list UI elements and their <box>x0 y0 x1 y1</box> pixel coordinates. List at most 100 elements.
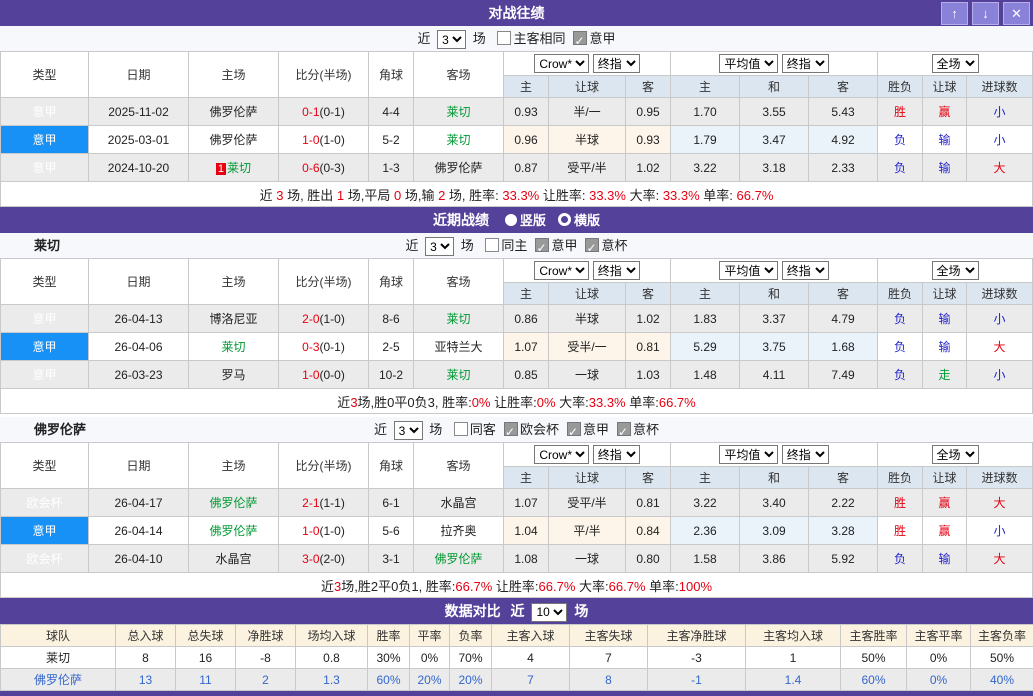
date-cell: 26-04-10 <box>89 545 189 573</box>
away-team: 莱切 <box>446 105 470 119</box>
odds-away-cell: 0.93 <box>626 126 671 154</box>
checkbox-box[interactable] <box>497 31 511 45</box>
handicap-result-cell: 输 <box>923 126 967 154</box>
odds-company-select[interactable]: Crow* <box>534 261 589 280</box>
fulltime-select[interactable]: 全场 <box>932 445 979 464</box>
compare-table: 球队总入球总失球净胜球场均入球胜率平率负率主客入球主客失球主客净胜球主客均入球主… <box>0 624 1033 691</box>
filter-near-label: 近 <box>406 238 419 253</box>
filter-checkbox[interactable]: 意杯 <box>617 422 659 437</box>
rounds-select[interactable]: 3 <box>437 30 466 49</box>
home-team-cell: 佛罗伦萨 <box>189 126 279 154</box>
avg-stage-select[interactable]: 终指 <box>782 445 829 464</box>
avg-draw-cell: 3.09 <box>740 517 809 545</box>
filter-checkbox[interactable]: 同客 <box>454 422 496 437</box>
col-corners: 角球 <box>369 443 414 489</box>
scroll-down-button[interactable]: ↓ <box>972 2 999 25</box>
avg-select[interactable]: 平均值 <box>719 54 778 73</box>
h2h-table: 类型 日期 主场 比分(半场) 角球 客场 Crow* 终指 平均值 终指 全场… <box>0 51 1033 207</box>
filter-checkbox[interactable]: 意杯 <box>585 238 627 253</box>
checkbox-box[interactable] <box>585 238 599 252</box>
recent-title: 近期战绩 <box>433 212 489 228</box>
fulltime-select[interactable]: 全场 <box>932 261 979 280</box>
avg-select[interactable]: 平均值 <box>719 445 778 464</box>
checkbox-box[interactable] <box>573 31 587 45</box>
filter-checkbox[interactable]: 同主 <box>485 238 527 253</box>
layout-radio[interactable]: 横版 <box>546 213 600 228</box>
hva-goals-for-cell: 4 <box>492 647 570 669</box>
home-team: 佛罗伦萨 <box>209 105 257 119</box>
league-cell: 意甲 <box>1 361 89 389</box>
odds-stage-select[interactable]: 终指 <box>593 54 640 73</box>
home-team-cell: 罗马 <box>189 361 279 389</box>
filter-checkbox[interactable]: 主客相同 <box>497 31 565 46</box>
league-cell: 欧会杯 <box>1 545 89 573</box>
odds-company-select[interactable]: Crow* <box>534 54 589 73</box>
fulltime-select[interactable]: 全场 <box>932 54 979 73</box>
home-team-cell: 佛罗伦萨 <box>189 489 279 517</box>
loss-rate-cell: 70% <box>450 647 492 669</box>
win-rate-cell: 30% <box>368 647 410 669</box>
odds-home-cell: 0.86 <box>504 305 549 333</box>
col-away: 客场 <box>414 52 504 98</box>
goals-cell: 小 <box>967 98 1033 126</box>
layout-radios: 竖版横版 <box>493 212 600 228</box>
corners-cell: 10-2 <box>369 361 414 389</box>
filter-checkbox[interactable]: 欧会杯 <box>504 422 559 437</box>
avg-draw-cell: 3.55 <box>740 98 809 126</box>
checkbox-box[interactable] <box>485 238 499 252</box>
checkbox-box[interactable] <box>567 422 581 436</box>
rounds-select[interactable]: 3 <box>425 237 454 256</box>
checkbox-box[interactable] <box>617 422 631 436</box>
checkbox-box[interactable] <box>504 422 518 436</box>
rounds-select[interactable]: 3 <box>394 421 423 440</box>
radio-icon[interactable] <box>558 213 571 226</box>
avg-group: 平均值 终指 <box>671 52 878 76</box>
col-odds-handicap: 让球 <box>549 76 626 98</box>
checkbox-label: 同主 <box>501 238 527 253</box>
col-avg-draw: 和 <box>740 467 809 489</box>
checkbox-label: 意甲 <box>583 422 609 437</box>
odds-stage-select[interactable]: 终指 <box>593 261 640 280</box>
table-row: 意甲 26-04-14 佛罗伦萨 1-0(1-0) 5-6 拉齐奥 1.04 平… <box>1 517 1033 545</box>
summary-segment: 66.7% <box>539 579 576 594</box>
odds-handicap-cell: 半球 <box>549 305 626 333</box>
checkbox-box[interactable] <box>535 238 549 252</box>
score-cell: 1-0(0-0) <box>279 361 369 389</box>
filter-checkbox[interactable]: 意甲 <box>567 422 609 437</box>
compare-title: 数据对比 <box>445 603 501 619</box>
avg-select[interactable]: 平均值 <box>719 261 778 280</box>
odds-handicap-cell: 受平/半 <box>549 154 626 182</box>
avg-stage-select[interactable]: 终指 <box>782 54 829 73</box>
avg-away-cell: 2.22 <box>809 489 878 517</box>
compare-col-header: 主客胜率 <box>841 625 907 647</box>
scroll-up-button[interactable]: ↑ <box>941 2 968 25</box>
goal-diff-cell: 2 <box>236 669 296 691</box>
hva-goals-against-cell: 8 <box>570 669 648 691</box>
avg-stage-select[interactable]: 终指 <box>782 261 829 280</box>
fiorentina-table: 类型 日期 主场 比分(半场) 角球 客场 Crow* 终指 平均值 终指 全场… <box>0 442 1033 598</box>
checkbox-box[interactable] <box>454 422 468 436</box>
hva-goal-diff-cell: -1 <box>648 669 746 691</box>
odds-company-select[interactable]: Crow* <box>534 445 589 464</box>
close-icon[interactable]: ✕ <box>1003 2 1030 25</box>
odds-home-cell: 0.93 <box>504 98 549 126</box>
filter-checkbox[interactable]: 意甲 <box>535 238 577 253</box>
summary-segment: 让胜率: <box>492 579 538 594</box>
layout-radio[interactable]: 竖版 <box>493 213 546 228</box>
goals-cell: 大 <box>967 333 1033 361</box>
avg-goals-cell: 1.3 <box>296 669 368 691</box>
filter-checkbox[interactable]: 意甲 <box>573 31 615 46</box>
avg-home-cell: 2.36 <box>671 517 740 545</box>
odds-stage-select[interactable]: 终指 <box>593 445 640 464</box>
halftime-score: (1-0) <box>320 312 345 326</box>
table-row: 意甲 26-04-13 博洛尼亚 2-0(1-0) 8-6 莱切 0.86 半球… <box>1 305 1033 333</box>
wdl-cell: 负 <box>878 305 923 333</box>
handicap-result-cell: 走 <box>923 361 967 389</box>
wdl-cell: 负 <box>878 154 923 182</box>
odds-away-cell: 0.81 <box>626 333 671 361</box>
col-score: 比分(半场) <box>279 259 369 305</box>
compare-rounds-select[interactable]: 10 <box>531 603 567 622</box>
date-cell: 26-03-23 <box>89 361 189 389</box>
wdl-cell: 胜 <box>878 98 923 126</box>
radio-icon[interactable] <box>505 214 517 226</box>
